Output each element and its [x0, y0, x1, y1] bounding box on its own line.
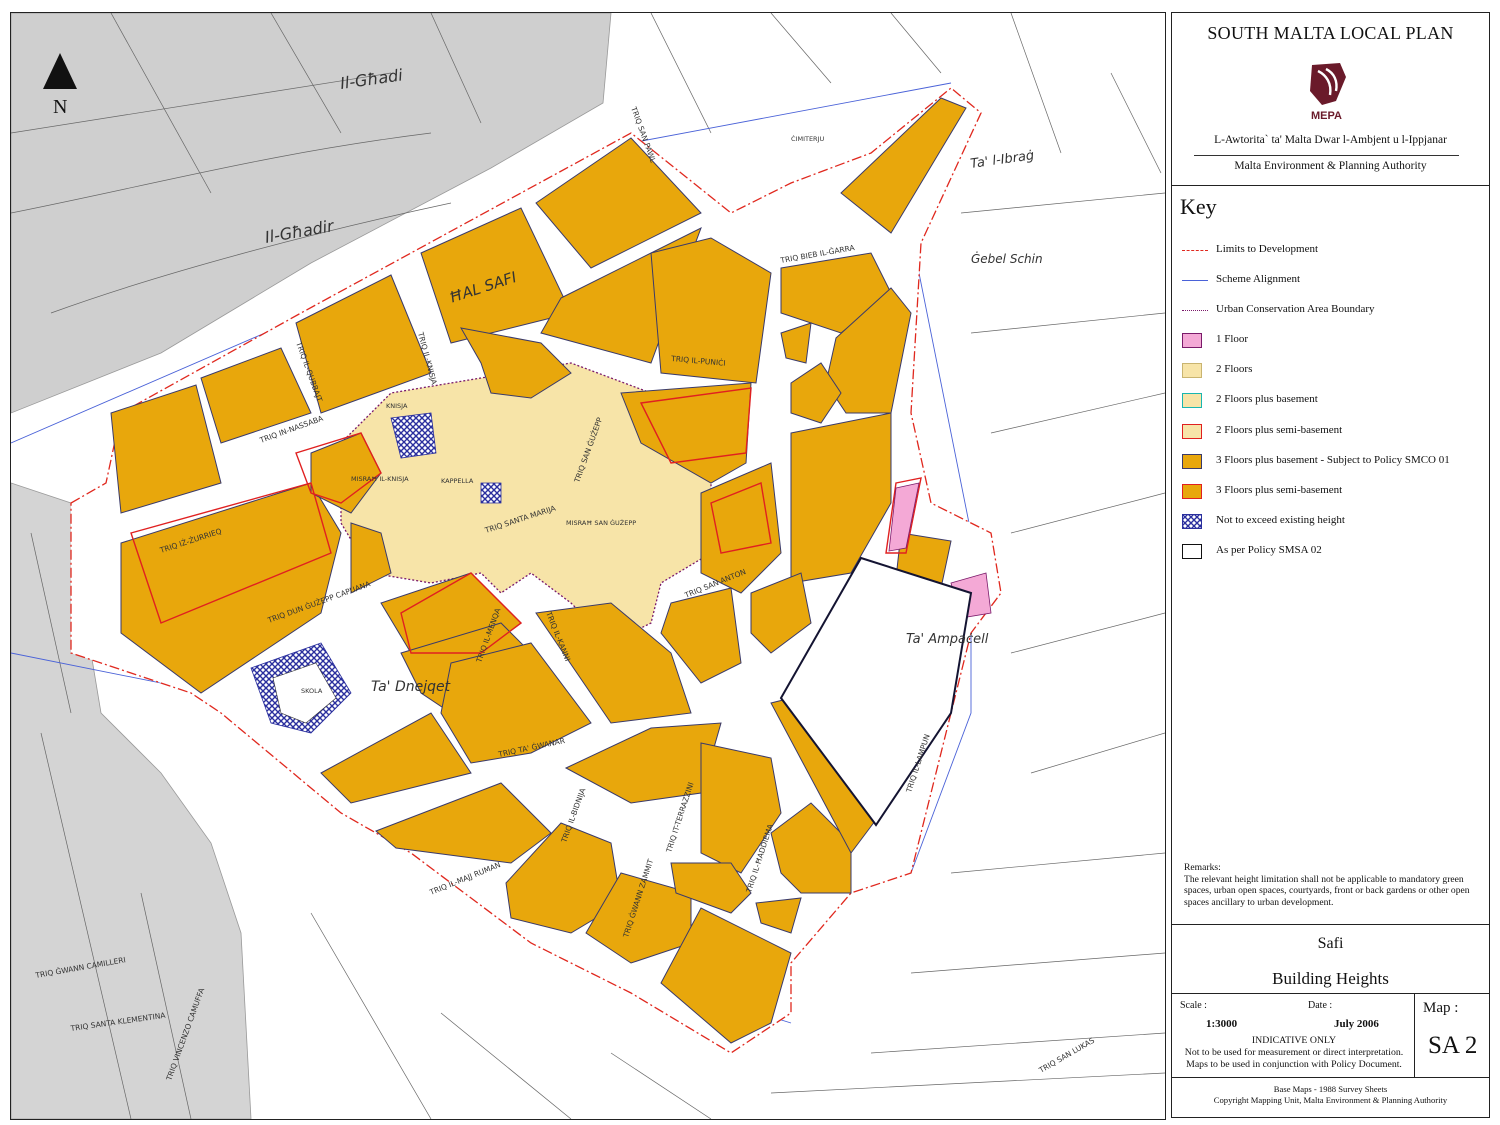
plan-title: SOUTH MALTA LOCAL PLAN	[1207, 23, 1454, 43]
key-panel: Key Limits to Development Scheme Alignme…	[1171, 185, 1490, 925]
crosshatch-icon	[1182, 514, 1202, 529]
svg-text:MEPA: MEPA	[1311, 110, 1342, 122]
key-item-label: Urban Conservation Area Boundary	[1216, 303, 1375, 315]
title-panel: SOUTH MALTA LOCAL PLAN MEPA L-Awtorita` …	[1171, 12, 1490, 186]
info-panel: Scale : Date : 1:3000 July 2006 INDICATI…	[1171, 993, 1490, 1078]
key-item-label: Limits to Development	[1216, 243, 1319, 255]
key-item-label: 3 Floors plus basement - Subject to Poli…	[1216, 454, 1450, 466]
map-title-panel: Safi Building Heights	[1171, 924, 1490, 994]
title-divider	[1194, 155, 1459, 156]
scale-label: Scale :	[1180, 1000, 1207, 1011]
authority-name-maltese: L-Awtorita` ta' Malta Dwar l-Ambjent u l…	[1214, 134, 1447, 146]
key-item-3-floors-semibasement: 3 Floors plus semi-basement	[1182, 482, 1482, 502]
swatch-icon	[1182, 333, 1202, 348]
feature-label: MISRAĦ SAN ĠUŻEPP	[566, 518, 636, 527]
key-item-label: 2 Floors plus basement	[1216, 393, 1318, 405]
swatch-icon	[1182, 393, 1202, 408]
place-label: Ta' Ampaċell	[906, 632, 989, 647]
dash-dot-line-icon	[1182, 250, 1208, 251]
key-item-label: 2 Floors	[1216, 363, 1253, 375]
key-item-label: 2 Floors plus semi-basement	[1216, 424, 1343, 436]
info-divider	[1414, 994, 1415, 1077]
date-label: Date :	[1308, 1000, 1333, 1011]
place-label: Ġebel Schin	[971, 250, 1043, 266]
key-item-label: 1 Floor	[1216, 333, 1249, 345]
swatch-icon	[1182, 424, 1202, 439]
key-item-scheme-alignment: Scheme Alignment	[1182, 271, 1482, 291]
remarks: Remarks: The relevant height limitation …	[1184, 862, 1480, 908]
street-label: TRIQ SAN LUKAS	[1037, 1036, 1097, 1076]
date-value: July 2006	[1334, 1018, 1379, 1030]
key-item-label: Scheme Alignment	[1216, 273, 1301, 285]
swatch-icon	[1182, 454, 1202, 469]
key-item-limits: Limits to Development	[1182, 241, 1482, 261]
map-subject: Building Heights	[1272, 969, 1389, 988]
key-item-1-floor: 1 Floor	[1182, 331, 1482, 351]
swatch-icon	[1182, 484, 1202, 499]
place-label: Ta' Dnejqet	[371, 679, 451, 695]
key-item-2-floors-semibasement: 2 Floors plus semi-basement	[1182, 422, 1482, 442]
measurement-note: Not to be used for measurement or direct…	[1184, 1047, 1404, 1058]
swatch-icon	[1182, 363, 1202, 378]
place-name: Safi	[1317, 935, 1344, 952]
key-title: Key	[1180, 194, 1217, 219]
map-number: SA 2	[1428, 1032, 1478, 1059]
key-item-existing-height: Not to exceed existing height	[1182, 512, 1482, 532]
feature-label: SKOLA	[301, 687, 323, 695]
map-canvas: N Il-Għadi Il-Għadir ĦAL SAFI Ta' l-Ibra…	[11, 13, 1165, 1119]
feature-label: KNISJA	[386, 402, 408, 410]
usage-notes: INDICATIVE ONLY Not to be used for measu…	[1174, 1035, 1414, 1071]
line-icon	[1182, 280, 1208, 281]
dotted-line-icon	[1182, 310, 1208, 311]
swatch-icon	[1182, 544, 1202, 559]
key-item-label: 3 Floors plus semi-basement	[1216, 484, 1343, 496]
feature-label: KAPPELLA	[441, 477, 474, 485]
scale-value: 1:3000	[1206, 1018, 1238, 1030]
credits-panel: Base Maps - 1988 Survey Sheets Copyright…	[1171, 1077, 1490, 1118]
feature-label: ĊIMITERJU	[791, 134, 824, 143]
map-panel[interactable]: N Il-Għadi Il-Għadir ĦAL SAFI Ta' l-Ibra…	[10, 12, 1166, 1120]
place-label: Ta' l-Ibraġ	[969, 148, 1035, 172]
key-item-conservation: Urban Conservation Area Boundary	[1182, 301, 1482, 321]
remarks-title: Remarks:	[1184, 862, 1221, 873]
key-item-2-floors: 2 Floors	[1182, 361, 1482, 381]
base-map-credit: Base Maps - 1988 Survey Sheets	[1273, 1084, 1388, 1094]
policy-note: Maps to be used in conjunction with Poli…	[1186, 1059, 1402, 1070]
key-item-policy-smsa02: As per Policy SMSA 02	[1182, 542, 1482, 562]
north-label: N	[53, 96, 67, 118]
copyright-credit: Copyright Mapping Unit, Malta Environmen…	[1213, 1095, 1448, 1105]
key-item-label: As per Policy SMSA 02	[1216, 544, 1322, 556]
feature-label: MISRAĦ IL-KNISJA	[351, 475, 409, 483]
key-item-2-floors-basement: 2 Floors plus basement	[1182, 391, 1482, 411]
remarks-text: The relevant height limitation shall not…	[1184, 873, 1470, 908]
indicative-note: INDICATIVE ONLY	[1251, 1035, 1337, 1046]
map-label: Map :	[1423, 1000, 1459, 1016]
key-item-label: Not to exceed existing height	[1216, 514, 1345, 526]
key-item-3-floors-basement: 3 Floors plus basement - Subject to Poli…	[1182, 452, 1482, 472]
mepa-logo: MEPA	[1310, 63, 1346, 122]
authority-name-english: Malta Environment & Planning Authority	[1234, 160, 1427, 172]
